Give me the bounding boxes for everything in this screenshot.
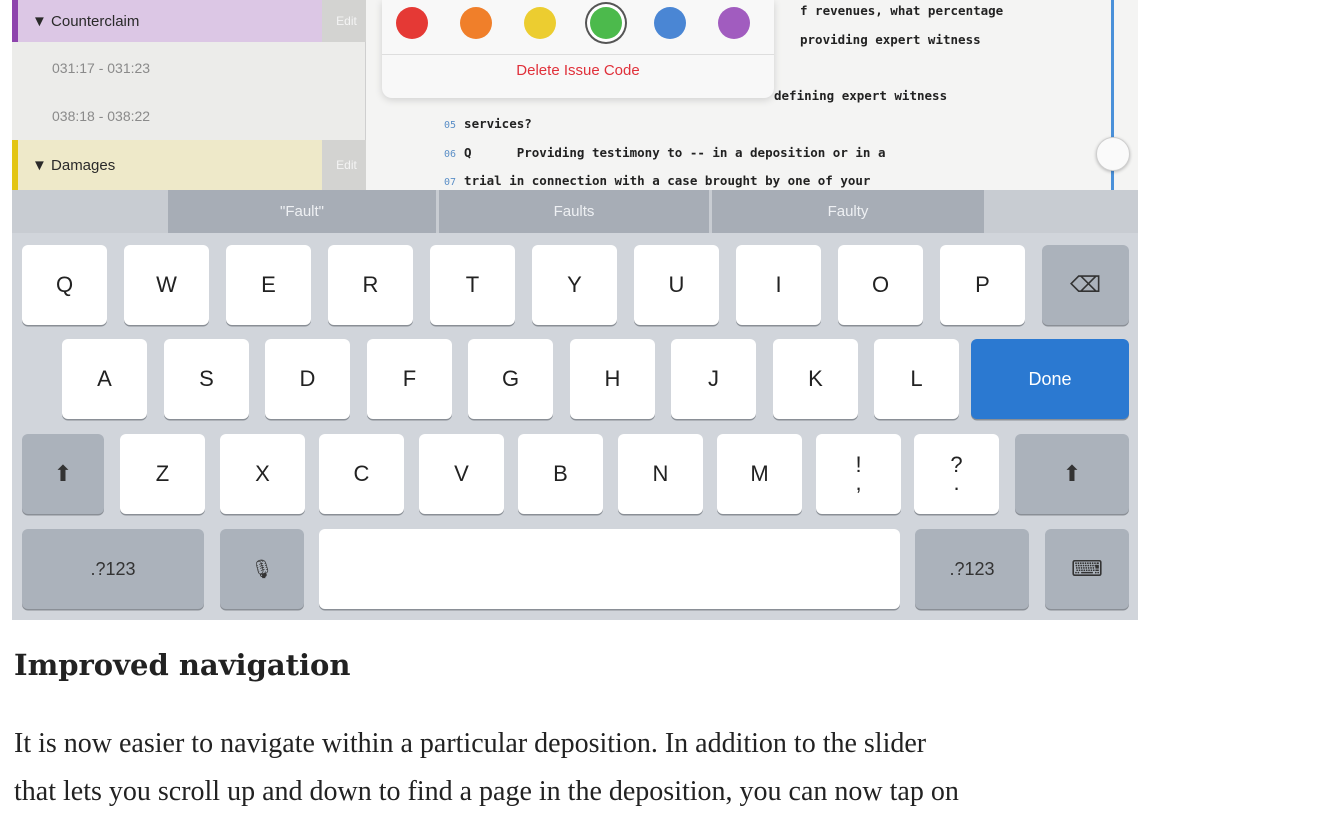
ipad-screenshot: ▼ Counterclaim Edit 031:17 - 031:23 038:… <box>12 0 1138 620</box>
backspace-key[interactable]: ⌫ <box>1042 245 1129 325</box>
issue-label: ▼ Damages <box>32 156 116 174</box>
predictive-bar: "Fault" Faults Faulty <box>12 190 1138 233</box>
shift-key-right[interactable]: ⬆ <box>1015 434 1129 514</box>
line-number: 07 <box>444 177 457 188</box>
hide-keyboard-key[interactable]: ⌨ <box>1045 529 1129 609</box>
transcript-line: defining expert witness <box>774 88 948 103</box>
shift-key-left[interactable]: ⬆ <box>22 434 104 514</box>
key-n[interactable]: N <box>618 434 703 514</box>
line-number: 05 <box>444 120 457 131</box>
transcript-line: 05 services? <box>444 116 532 131</box>
key-z[interactable]: Z <box>120 434 205 514</box>
suggestion-1[interactable]: "Fault" <box>168 190 436 233</box>
numbers-key-right[interactable]: .?123 <box>915 529 1029 609</box>
color-swatch[interactable] <box>460 7 492 39</box>
key-c[interactable]: C <box>319 434 404 514</box>
backspace-icon: ⌫ <box>1069 272 1102 297</box>
key-r[interactable]: R <box>328 245 413 325</box>
key-i[interactable]: I <box>736 245 821 325</box>
key-w[interactable]: W <box>124 245 209 325</box>
range-item[interactable]: 031:17 - 031:23 <box>52 60 150 76</box>
microphone-icon: 🎙 <box>250 558 274 579</box>
issue-sidebar: ▼ Counterclaim Edit 031:17 - 031:23 038:… <box>12 0 371 190</box>
shift-icon: ⬆ <box>1062 461 1082 486</box>
key-o[interactable]: O <box>838 245 923 325</box>
paragraph-line: that lets you scroll up and down to find… <box>14 776 959 807</box>
edit-button[interactable]: Edit <box>322 0 371 42</box>
key-x[interactable]: X <box>220 434 305 514</box>
issue-label: ▼ Counterclaim <box>32 12 140 30</box>
key-g[interactable]: G <box>468 339 553 419</box>
transcript-line: providing expert witness <box>800 32 981 47</box>
app-area: ▼ Counterclaim Edit 031:17 - 031:23 038:… <box>12 0 1138 190</box>
transcript-line: 07 trial in connection with a case brough… <box>444 173 871 188</box>
color-swatch[interactable] <box>396 7 428 39</box>
color-swatch[interactable] <box>718 7 750 39</box>
paragraph-line: It is now easier to navigate within a pa… <box>14 728 927 759</box>
key-a[interactable]: A <box>62 339 147 419</box>
keyboard-icon: ⌨ <box>1071 556 1103 581</box>
divider <box>382 54 774 55</box>
key-k[interactable]: K <box>773 339 858 419</box>
key-q[interactable]: Q <box>22 245 107 325</box>
key-u[interactable]: U <box>634 245 719 325</box>
key-l[interactable]: L <box>874 339 959 419</box>
color-swatch[interactable] <box>654 7 686 39</box>
dictation-key[interactable]: 🎙 <box>220 529 304 609</box>
key-d[interactable]: D <box>265 339 350 419</box>
key-h[interactable]: H <box>570 339 655 419</box>
transcript-line: 06 Q Providing testimony to -- in a depos… <box>444 145 886 160</box>
key-f[interactable]: F <box>367 339 452 419</box>
key-b[interactable]: B <box>518 434 603 514</box>
numbers-key-left[interactable]: .?123 <box>22 529 204 609</box>
done-key[interactable]: Done <box>971 339 1129 419</box>
key-exclaim-comma[interactable]: !, <box>816 434 901 514</box>
key-v[interactable]: V <box>419 434 504 514</box>
key-e[interactable]: E <box>226 245 311 325</box>
color-swatch[interactable] <box>590 7 622 39</box>
color-swatch[interactable] <box>524 7 556 39</box>
shift-icon: ⬆ <box>53 461 73 486</box>
suggestion-2[interactable]: Faults <box>439 190 709 233</box>
key-t[interactable]: T <box>430 245 515 325</box>
transcript-line: f revenues, what percentage <box>800 3 1004 18</box>
space-bar[interactable] <box>319 529 900 609</box>
key-question-period[interactable]: ?. <box>914 434 999 514</box>
key-s[interactable]: S <box>164 339 249 419</box>
delete-issue-code-button[interactable]: Delete Issue Code <box>382 62 774 79</box>
key-p[interactable]: P <box>940 245 1025 325</box>
range-item[interactable]: 038:18 - 038:22 <box>52 108 150 124</box>
issue-counterclaim[interactable]: ▼ Counterclaim Edit <box>12 0 371 42</box>
page-slider-thumb[interactable] <box>1096 137 1130 171</box>
line-number: 06 <box>444 149 457 160</box>
key-m[interactable]: M <box>717 434 802 514</box>
edit-button[interactable]: Edit <box>322 140 371 190</box>
key-y[interactable]: Y <box>532 245 617 325</box>
key-j[interactable]: J <box>671 339 756 419</box>
section-heading: Improved navigation <box>14 648 351 682</box>
issue-damages[interactable]: ▼ Damages Edit <box>12 140 371 190</box>
issue-code-popover: Delete Issue Code <box>382 0 774 98</box>
suggestion-3[interactable]: Faulty <box>712 190 984 233</box>
